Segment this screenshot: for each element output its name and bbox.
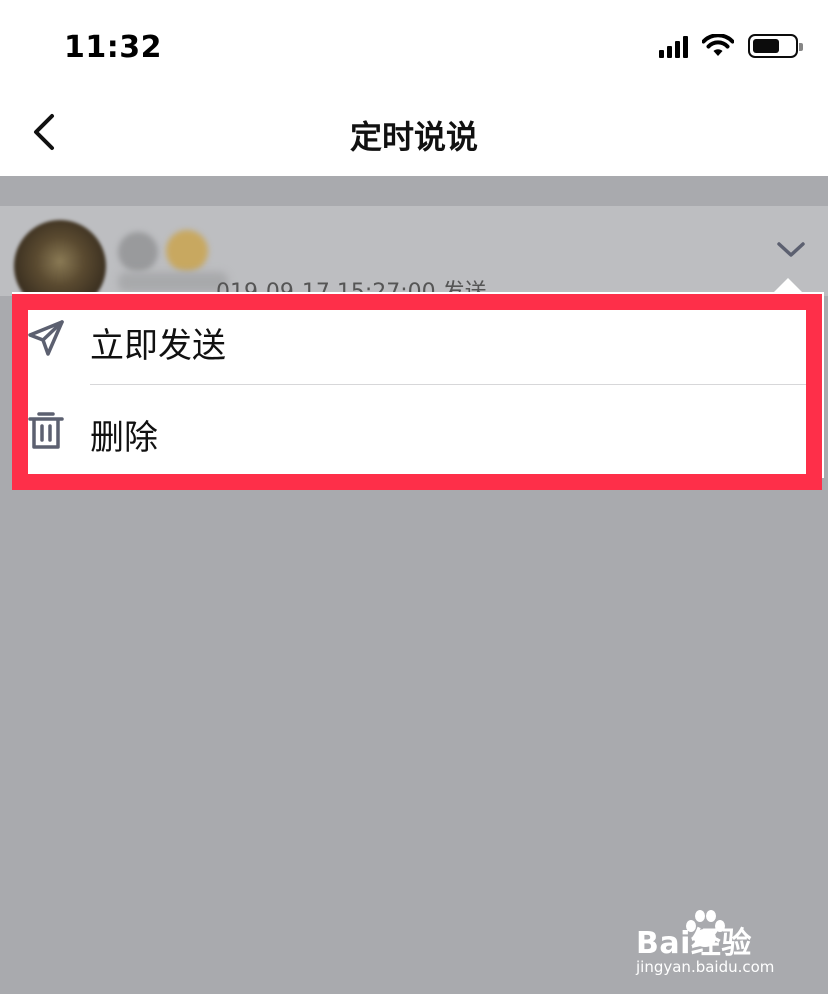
cellular-signal-icon bbox=[659, 34, 688, 58]
navigation-bar: 定时说说 bbox=[0, 90, 828, 176]
blurred-badge-icon bbox=[166, 230, 208, 272]
avatar bbox=[14, 220, 106, 296]
page-title: 定时说说 bbox=[349, 118, 478, 156]
chevron-down-icon bbox=[777, 242, 805, 257]
watermark: Bai经验 jingyan.baidu.com bbox=[636, 904, 796, 984]
blurred-nickname bbox=[118, 232, 158, 272]
blurred-text bbox=[118, 272, 228, 292]
status-bar: 11:32 bbox=[0, 0, 828, 90]
expand-menu-button[interactable] bbox=[776, 238, 806, 262]
scheduled-post-row[interactable]: 019-09-17 15:27:00 发送 bbox=[0, 206, 828, 296]
status-time: 11:32 bbox=[64, 30, 162, 65]
menu-caret bbox=[774, 278, 802, 292]
watermark-brand: Bai经验 bbox=[636, 926, 752, 961]
status-icons bbox=[659, 34, 803, 58]
watermark-site: jingyan.baidu.com bbox=[636, 958, 775, 976]
wifi-icon bbox=[702, 34, 734, 56]
highlight-box bbox=[12, 294, 822, 490]
battery-icon bbox=[748, 34, 803, 58]
